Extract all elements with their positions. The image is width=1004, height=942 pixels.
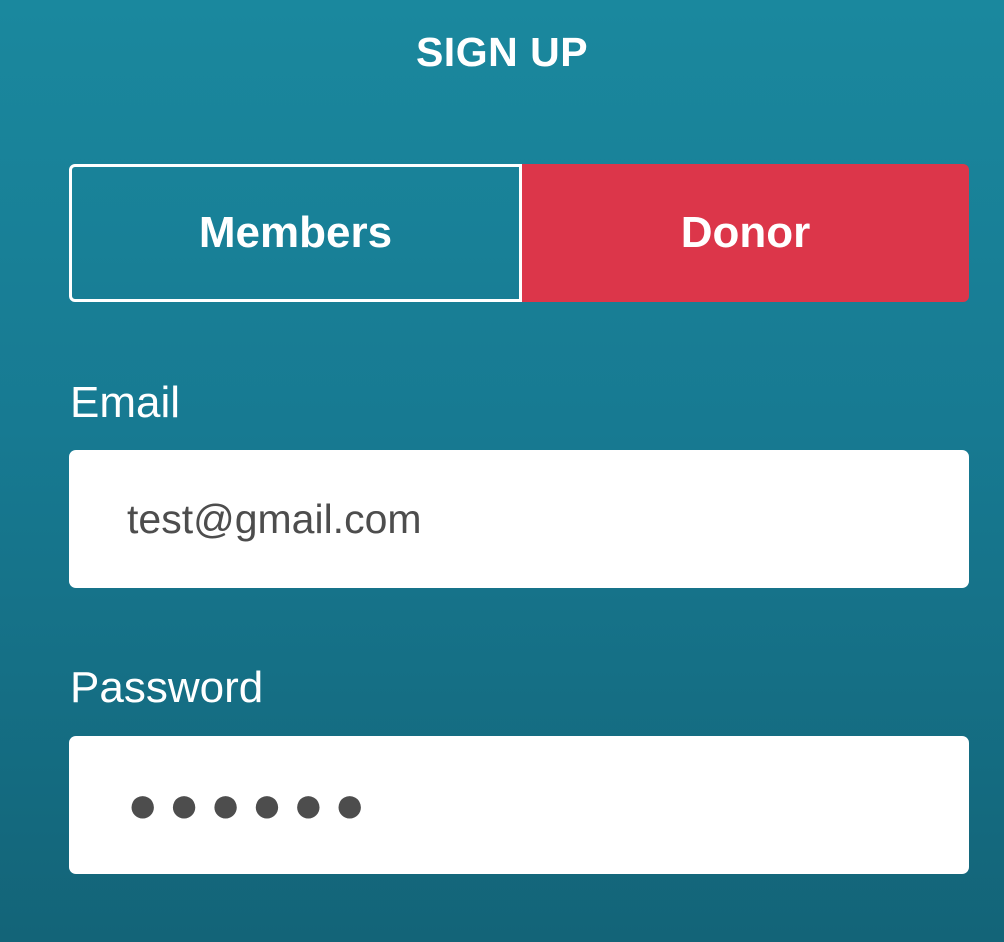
password-masked-value: ●●●●●● [127, 776, 376, 834]
signup-screen: SIGN UP Members Donor Email test@gmail.c… [0, 0, 1004, 942]
donor-toggle-button[interactable]: Donor [522, 164, 969, 302]
page-title: SIGN UP [415, 29, 589, 75]
account-type-toggle: Members Donor [69, 164, 969, 302]
members-toggle-button[interactable]: Members [69, 164, 522, 302]
email-label: Email [70, 378, 181, 427]
password-field[interactable]: ●●●●●● [69, 736, 969, 874]
donor-toggle-label: Donor [680, 208, 811, 257]
members-toggle-label: Members [198, 208, 393, 257]
password-label: Password [70, 663, 264, 712]
email-value: test@gmail.com [127, 495, 422, 542]
email-field[interactable]: test@gmail.com [69, 450, 969, 588]
